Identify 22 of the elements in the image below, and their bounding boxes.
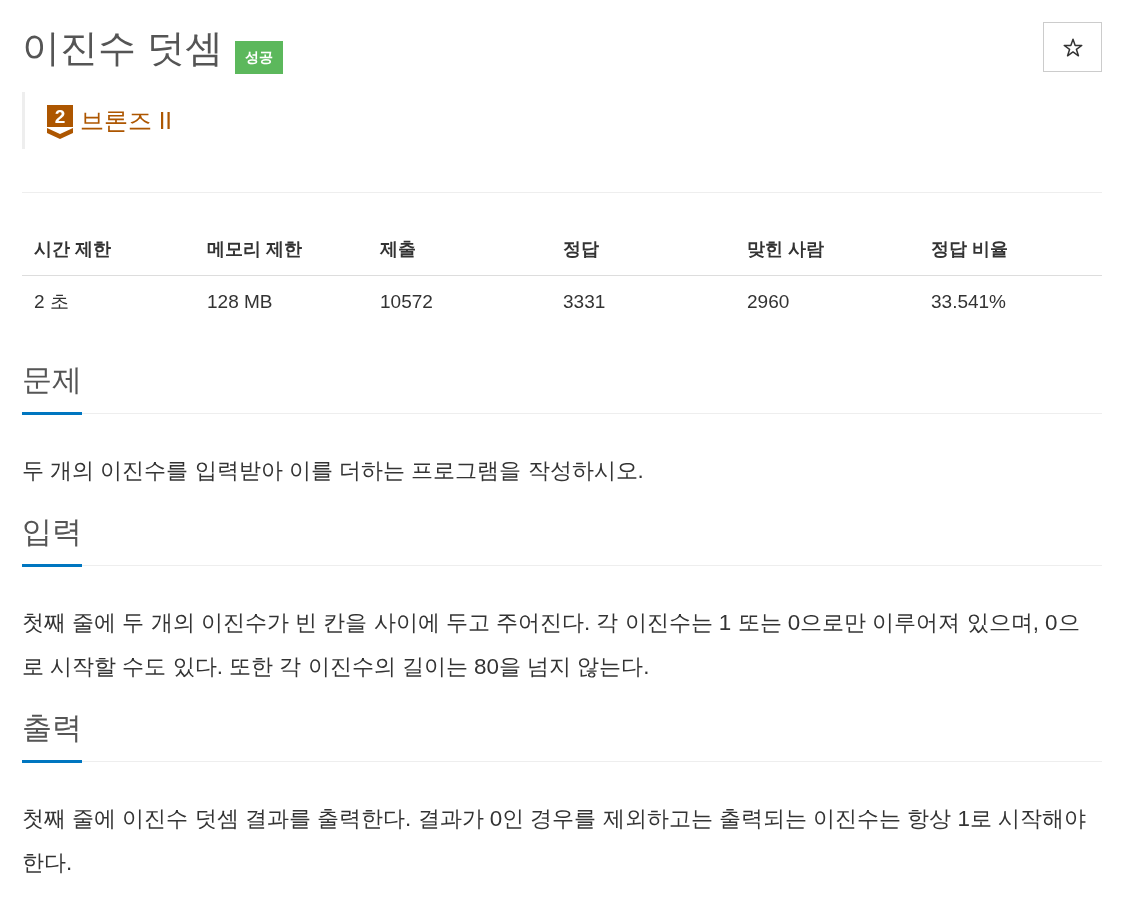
result-badge: 성공 xyxy=(234,41,283,74)
tier-name[interactable]: 브론즈 II xyxy=(80,105,172,136)
section-heading: 문제 xyxy=(22,360,82,415)
table-cell-text: 2960 xyxy=(746,290,791,314)
column-header: 맞힌 사람 xyxy=(746,238,825,261)
column-header: 정답 xyxy=(562,238,600,261)
section-heading: 입력 xyxy=(22,512,82,567)
section-text: 두 개의 이진수를 입력받아 이를 더하는 프로그램을 작성하시오. xyxy=(22,457,645,485)
problem-title: 이진수 덧셈 xyxy=(22,26,223,71)
column-header: 시간 제한 xyxy=(33,238,112,261)
table-cell-text: 33.541% xyxy=(930,290,1007,314)
table-cell-text: 10572 xyxy=(379,290,434,314)
table-cell-text: 3331 xyxy=(562,290,607,314)
favorite-button[interactable] xyxy=(1043,22,1102,72)
column-header: 메모리 제한 xyxy=(206,238,303,261)
section-text: 첫째 줄에 이진수 덧셈 결과를 출력한다. 결과가 0인 경우를 제외하고는 출력되는 이진수는 항상 1로 시작해야 한다. xyxy=(22,805,1088,877)
section-heading: 출력 xyxy=(22,708,82,763)
column-header: 제출 xyxy=(379,238,417,261)
table-cell-text: 128 MB xyxy=(206,290,274,314)
column-header: 정답 비율 xyxy=(930,238,1009,261)
table-cell-text: 2 초 xyxy=(33,290,70,314)
section-text: 첫째 줄에 두 개의 이진수가 빈 칸을 사이에 두고 주어진다. 각 이진수는 1 또는 0으로만 이루어져 있으며, 0으로 시작할 수도 있다. 또한 각 이진수의 길이는 80을 넘지 않는다. xyxy=(22,609,1081,681)
